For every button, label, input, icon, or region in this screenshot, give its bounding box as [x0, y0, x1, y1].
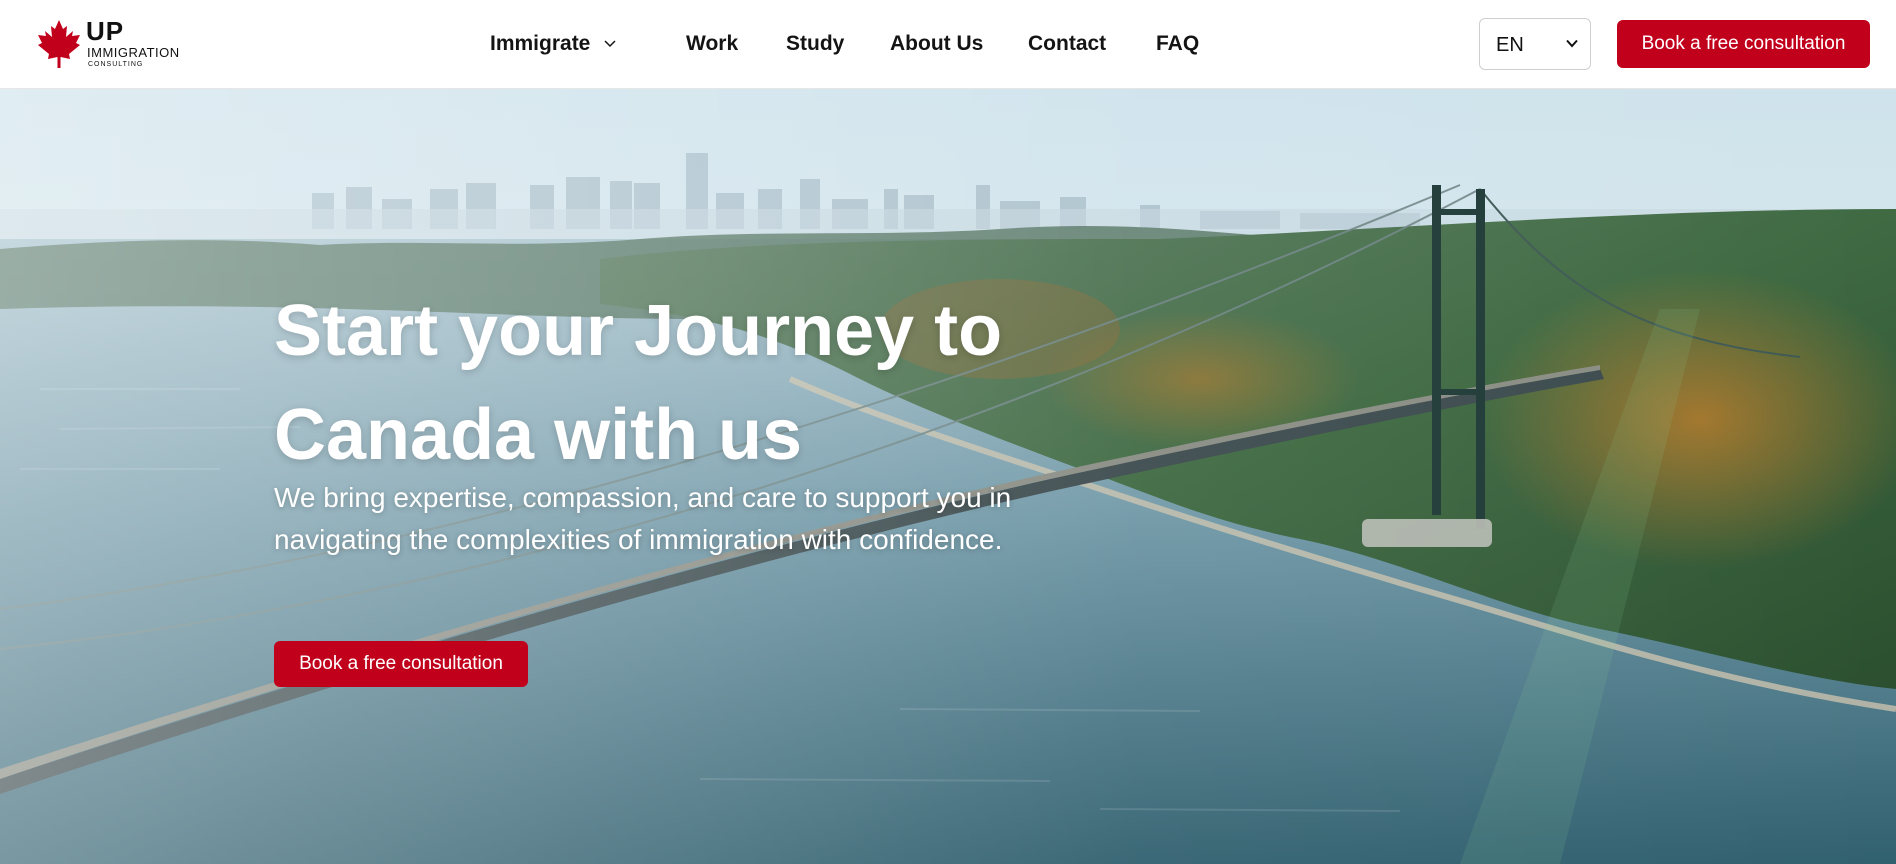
nav-item-label: FAQ	[1156, 32, 1200, 55]
nav-item-about-us[interactable]: About Us	[890, 30, 983, 58]
nav-item-study[interactable]: Study	[786, 30, 844, 58]
nav-item-label: Study	[786, 32, 845, 55]
nav-item-label: About Us	[890, 32, 984, 55]
book-consultation-button[interactable]: Book a free consultation	[1617, 20, 1870, 68]
language-select[interactable]: EN	[1479, 18, 1591, 70]
hero-section: Start your Journey to Canada with us We …	[0, 89, 1896, 864]
nav-item-label: Immigrate	[490, 32, 591, 55]
hero-subtitle: We bring expertise, compassion, and care…	[274, 482, 1012, 555]
hero-title: Start your Journey to Canada with us	[274, 291, 1003, 475]
hero-book-consultation-button[interactable]: Book a free consultation	[274, 641, 528, 687]
nav-item-work[interactable]: Work	[686, 30, 738, 58]
nav-item-contact[interactable]: Contact	[1028, 30, 1106, 58]
nav-item-label: Contact	[1028, 32, 1107, 55]
chevron-down-icon	[1566, 39, 1578, 48]
main-nav: Immigrate Work Study About Us Contact FA…	[0, 0, 1896, 89]
nav-item-faq[interactable]: FAQ	[1156, 30, 1199, 58]
chevron-down-icon	[604, 40, 616, 48]
site-header: UP IMMIGRATION CONSULTING Immigrate Work…	[0, 0, 1896, 89]
language-value: EN	[1496, 34, 1524, 56]
nav-item-immigrate[interactable]: Immigrate	[490, 30, 616, 58]
nav-item-label: Work	[686, 32, 739, 55]
